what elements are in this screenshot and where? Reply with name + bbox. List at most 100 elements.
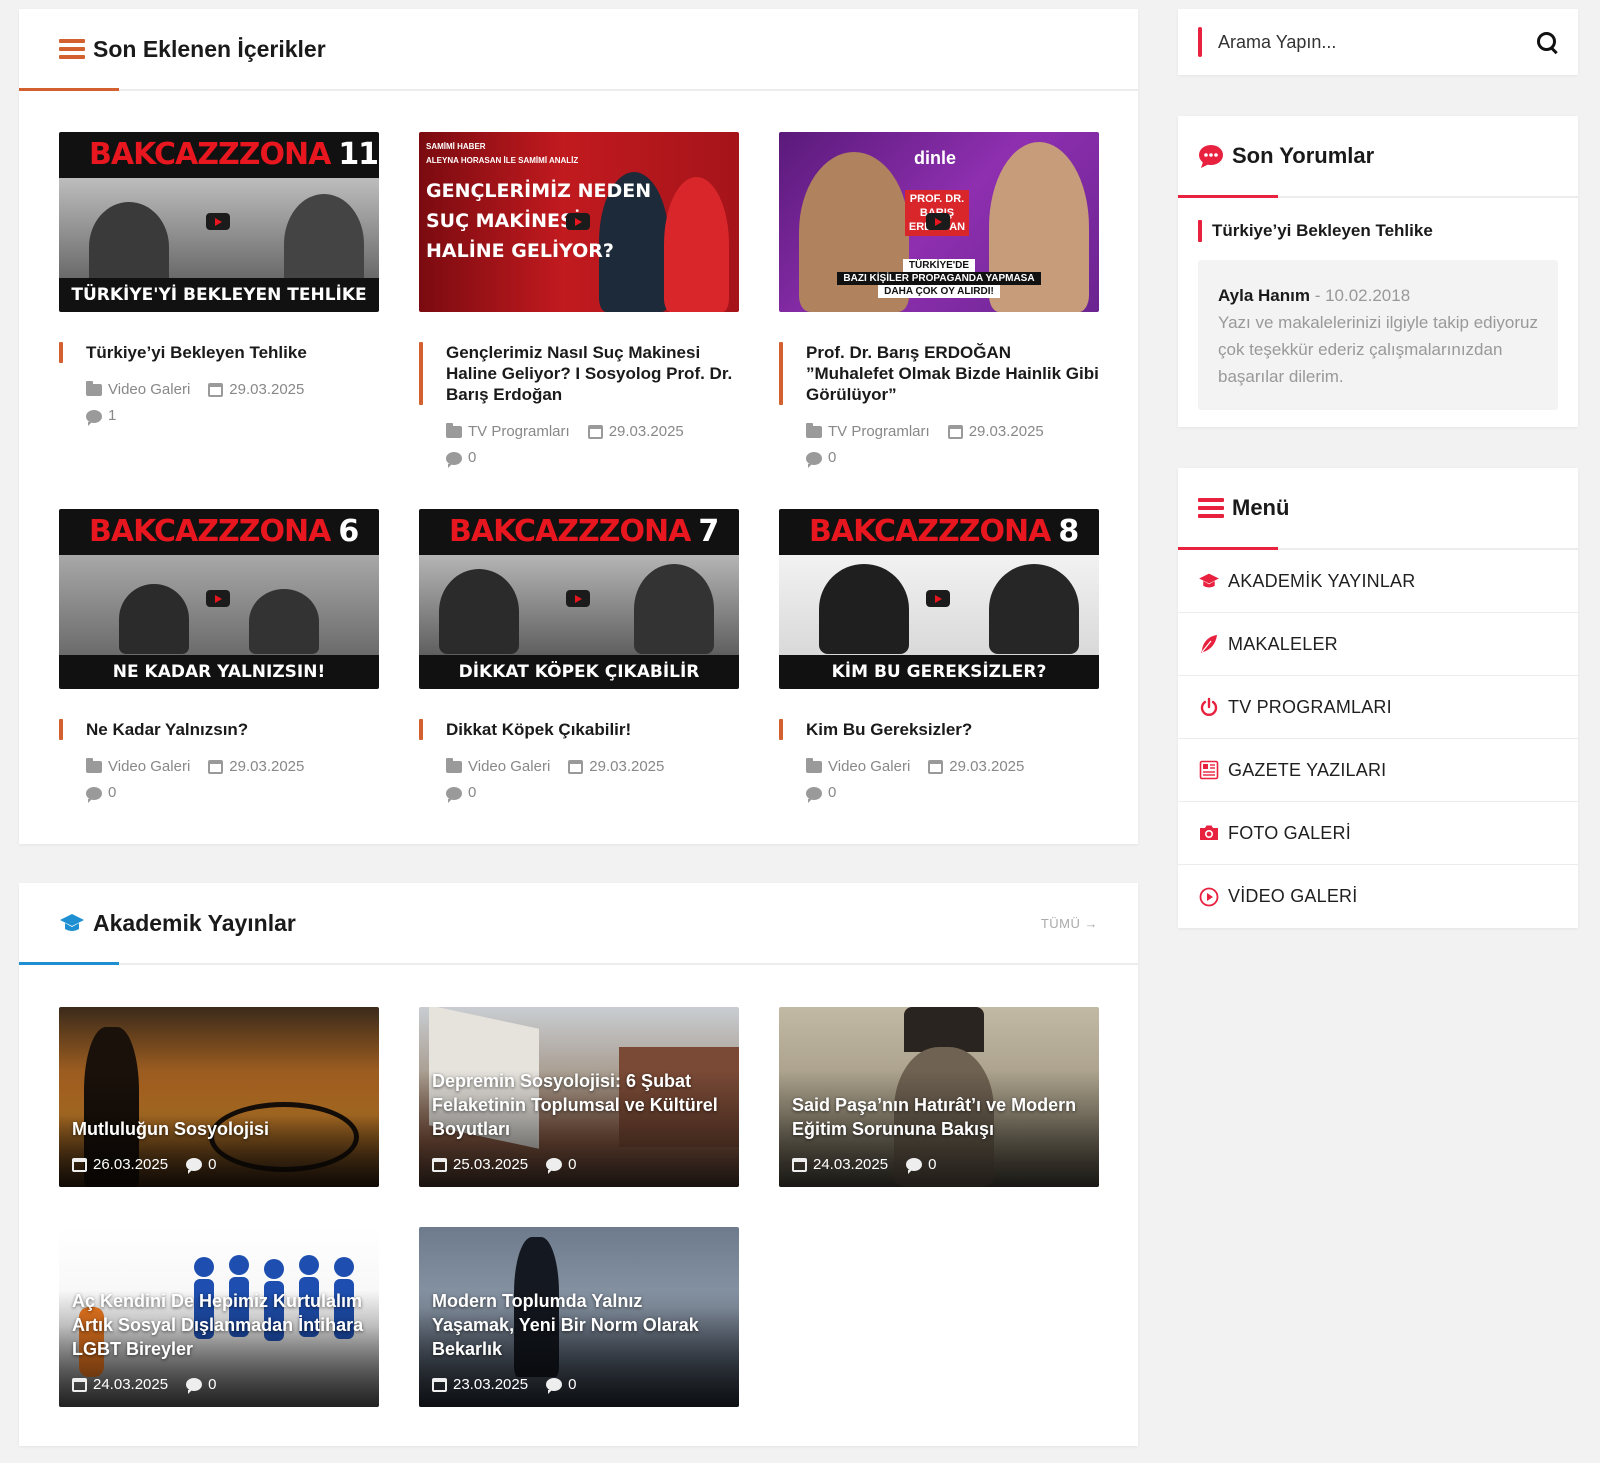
content-card[interactable]: SAMİMİ HABER ALEYNA HORASAN İLE SAMİMİ A… xyxy=(419,132,739,471)
video-thumbnail[interactable]: SAMİMİ HABER ALEYNA HORASAN İLE SAMİMİ A… xyxy=(419,132,739,312)
thumbnail-caption: DİKKAT KÖPEK ÇIKABİLİR xyxy=(419,655,739,689)
card-date: 25.03.2025 xyxy=(453,1156,529,1173)
search-widget xyxy=(1178,9,1578,75)
card-meta: TV Programları 29.03.2025 0 xyxy=(779,419,1099,471)
video-thumbnail[interactable]: BAKCAZZZONA 8 KİM BU GEREKSİZLER? xyxy=(779,509,1099,689)
calendar-icon xyxy=(947,425,963,439)
search-input[interactable] xyxy=(1218,31,1536,53)
card-comments[interactable]: 0 xyxy=(468,780,476,806)
menu-list: AKADEMİK YAYINLAR MAKALELER TV PROGRAMLA… xyxy=(1178,550,1578,928)
card-date: 24.03.2025 xyxy=(813,1156,889,1173)
play-icon[interactable] xyxy=(566,213,590,230)
card-meta: Video Galeri 29.03.2025 0 xyxy=(779,754,1099,806)
content-card[interactable]: BAKCAZZZONA 8 KİM BU GEREKSİZLER? Kim Bu … xyxy=(779,509,1099,806)
academic-card[interactable]: Depremin Sosyolojisi: 6 Şubat Felaketini… xyxy=(419,1007,739,1187)
thumbnail-banner: BAKCAZZZONA 6 xyxy=(59,509,379,555)
calendar-icon xyxy=(587,425,603,439)
graduation-cap-icon xyxy=(59,910,85,936)
menu-item-tv-programlari[interactable]: TV PROGRAMLARI xyxy=(1178,676,1578,739)
card-date: 24.03.2025 xyxy=(93,1376,169,1393)
card-comments[interactable]: 0 xyxy=(468,445,476,471)
menu-item-akademik-yayinlar[interactable]: AKADEMİK YAYINLAR xyxy=(1178,550,1578,613)
menu-item-video-galeri[interactable]: VİDEO GALERİ xyxy=(1178,865,1578,928)
card-comments[interactable]: 0 xyxy=(828,445,836,471)
folder-icon xyxy=(806,423,822,438)
recent-content-panel: Son Eklenen İçerikler BAKCAZZZONA 11 TÜRK… xyxy=(19,9,1138,844)
content-card[interactable]: BAKCAZZZONA 11 TÜRKİYE'Yİ BEKLEYEN TEHLİK… xyxy=(59,132,379,429)
comment-box: Ayla Hanım - 10.02.2018 Yazı ve makalele… xyxy=(1198,260,1558,410)
comment-post-link[interactable]: Türkiye’yi Bekleyen Tehlike xyxy=(1198,220,1558,242)
menu-item-foto-galeri[interactable]: FOTO GALERİ xyxy=(1178,802,1578,865)
academic-card[interactable]: Mutluluğun Sosyolojisi 26.03.2025 0 xyxy=(59,1007,379,1187)
list-icon xyxy=(1198,495,1224,521)
widget-title: Son Yorumlar xyxy=(1232,143,1375,168)
card-comments[interactable]: 0 xyxy=(928,1156,936,1173)
academic-card[interactable]: Aç Kendini De Hepimiz Kurtulalım Artık S… xyxy=(59,1227,379,1407)
view-all-link[interactable]: TÜMÜ → xyxy=(1041,916,1098,931)
academic-header: Akademik Yayınlar TÜMÜ → xyxy=(19,883,1138,965)
calendar-icon xyxy=(208,760,224,774)
card-category[interactable]: Video Galeri xyxy=(108,754,190,780)
academic-card-title[interactable]: Depremin Sosyolojisi: 6 Şubat Felaketini… xyxy=(432,1069,727,1141)
card-title[interactable]: Kim Bu Gereksizler? xyxy=(779,719,1099,740)
card-comments[interactable]: 0 xyxy=(108,780,116,806)
card-title[interactable]: Ne Kadar Yalnızsın? xyxy=(59,719,379,740)
card-date: 26.03.2025 xyxy=(93,1156,169,1173)
content-card[interactable]: BAKCAZZZONA 6 NE KADAR YALNIZSIN! Ne Kada… xyxy=(59,509,379,806)
comment-icon xyxy=(806,786,822,803)
power-icon xyxy=(1198,696,1220,718)
card-title[interactable]: Dikkat Köpek Çıkabilir! xyxy=(419,719,739,740)
comment-icon xyxy=(546,1378,563,1394)
thumbnail-caption: TÜRKİYE'Yİ BEKLEYEN TEHLİKE xyxy=(59,278,379,312)
card-comments[interactable]: 1 xyxy=(108,403,116,429)
academic-card-title[interactable]: Modern Toplumda Yalnız Yaşamak, Yeni Bir… xyxy=(432,1289,727,1361)
play-icon[interactable] xyxy=(566,590,590,607)
content-card[interactable]: dinle PROF. DR. BARIŞ ERDOĞAN TÜRKİYE'DE… xyxy=(779,132,1099,471)
card-comments[interactable]: 0 xyxy=(208,1376,216,1393)
folder-icon xyxy=(86,381,102,396)
academic-card[interactable]: Modern Toplumda Yalnız Yaşamak, Yeni Bir… xyxy=(419,1227,739,1407)
video-thumbnail[interactable]: BAKCAZZZONA 7 DİKKAT KÖPEK ÇIKABİLİR xyxy=(419,509,739,689)
card-comments[interactable]: 0 xyxy=(208,1156,216,1173)
card-date: 29.03.2025 xyxy=(229,758,305,775)
academic-card[interactable]: Said Paşa’nın Hatırât’ı ve Modern Eğitim… xyxy=(779,1007,1099,1187)
play-icon[interactable] xyxy=(206,213,230,230)
content-card[interactable]: BAKCAZZZONA 7 DİKKAT KÖPEK ÇIKABİLİR Dikk… xyxy=(419,509,739,806)
card-category[interactable]: TV Programları xyxy=(468,419,570,445)
academic-card-title[interactable]: Said Paşa’nın Hatırât’ı ve Modern Eğitim… xyxy=(792,1093,1087,1141)
card-category[interactable]: TV Programları xyxy=(828,419,930,445)
video-thumbnail[interactable]: BAKCAZZZONA 6 NE KADAR YALNIZSIN! xyxy=(59,509,379,689)
comment-icon xyxy=(186,1378,203,1394)
card-category[interactable]: Video Galeri xyxy=(828,754,910,780)
play-icon[interactable] xyxy=(926,213,950,230)
card-meta: Video Galeri 29.03.2025 0 xyxy=(59,754,379,806)
card-comments[interactable]: 0 xyxy=(568,1376,576,1393)
card-meta: Video Galeri 29.03.2025 1 xyxy=(59,377,379,429)
card-category[interactable]: Video Galeri xyxy=(468,754,550,780)
play-icon[interactable] xyxy=(206,590,230,607)
recent-comments-header: Son Yorumlar xyxy=(1178,116,1578,198)
card-category[interactable]: Video Galeri xyxy=(108,377,190,403)
search-icon[interactable] xyxy=(1536,31,1558,53)
video-thumbnail[interactable]: dinle PROF. DR. BARIŞ ERDOĞAN TÜRKİYE'DE… xyxy=(779,132,1099,312)
card-title[interactable]: Prof. Dr. Barış ERDOĞAN ”Muhalefet Olmak… xyxy=(779,342,1099,405)
menu-header: Menü xyxy=(1178,468,1578,550)
academic-card-title[interactable]: Aç Kendini De Hepimiz Kurtulalım Artık S… xyxy=(72,1289,367,1361)
card-meta: TV Programları 29.03.2025 0 xyxy=(419,419,739,471)
card-comments[interactable]: 0 xyxy=(828,780,836,806)
section-title: Akademik Yayınlar xyxy=(93,909,296,936)
card-title[interactable]: Gençlerimiz Nasıl Suç Makinesi Haline Ge… xyxy=(419,342,739,405)
card-date: 29.03.2025 xyxy=(968,423,1044,440)
calendar-icon xyxy=(928,760,944,774)
recent-content-header: Son Eklenen İçerikler xyxy=(19,9,1138,91)
play-icon[interactable] xyxy=(926,590,950,607)
academic-card-title[interactable]: Mutluluğun Sosyolojisi xyxy=(72,1117,367,1141)
comment-icon xyxy=(906,1158,923,1174)
card-title[interactable]: Türkiye’yi Bekleyen Tehlike xyxy=(59,342,379,363)
menu-item-gazete-yazilari[interactable]: GAZETE YAZILARI xyxy=(1178,739,1578,802)
menu-item-makaleler[interactable]: MAKALELER xyxy=(1178,613,1578,676)
card-comments[interactable]: 0 xyxy=(568,1156,576,1173)
video-thumbnail[interactable]: BAKCAZZZONA 11 TÜRKİYE'Yİ BEKLEYEN TEHLİK… xyxy=(59,132,379,312)
comment-icon xyxy=(546,1158,563,1174)
comment-author[interactable]: Ayla Hanım xyxy=(1218,286,1310,305)
